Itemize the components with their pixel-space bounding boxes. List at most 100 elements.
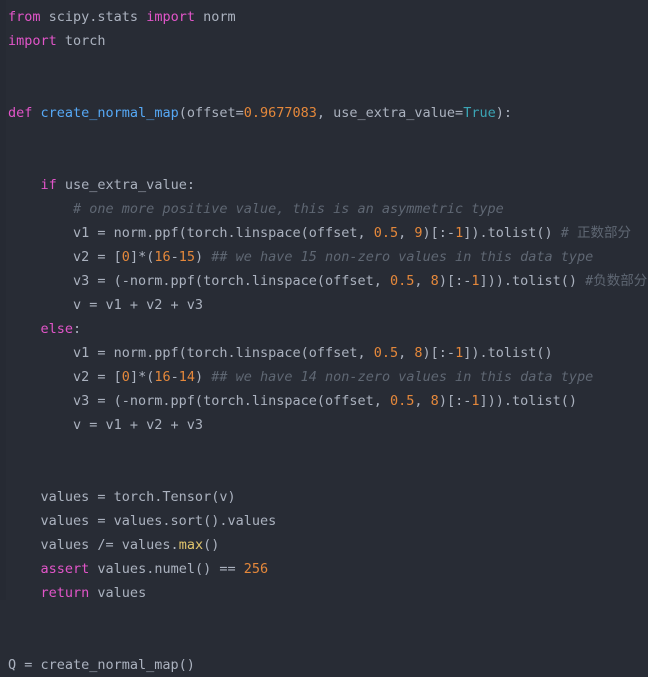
code-token-cmt: # one more positive value, this is an as… (73, 201, 504, 217)
code-token-num: 0.5 (373, 345, 399, 361)
code-token-plain: - (170, 249, 179, 265)
code-token-kw: import (146, 9, 195, 25)
code-token-plain: torch (56, 33, 106, 49)
code-token-plain: v = v1 + v2 + v3 (8, 417, 204, 433)
code-token-plain: )[:- (438, 393, 472, 409)
code-line[interactable]: v2 = [0]*(16-15) ## we have 15 non-zero … (0, 245, 648, 269)
code-token-plain: values (89, 585, 147, 601)
code-line[interactable] (0, 437, 648, 461)
code-line[interactable]: v = v1 + v2 + v3 (0, 413, 648, 437)
code-token-cmt-cn: 正数部分 (577, 225, 632, 241)
code-line[interactable]: import torch (0, 29, 648, 53)
code-line[interactable]: v2 = [0]*(16-14) ## we have 14 non-zero … (0, 365, 648, 389)
code-token-num: 9 (414, 225, 423, 241)
code-token-plain: , (414, 393, 431, 409)
code-token-num: 0.5 (390, 393, 415, 409)
code-token-plain: v1 = norm.ppf(torch.linspace(offset, (8, 345, 374, 361)
code-token-plain: ]).tolist() (463, 345, 553, 361)
code-token-num: 14 (178, 369, 195, 385)
code-token-kw: else (40, 321, 74, 337)
code-line[interactable]: # one more positive value, this is an as… (0, 197, 648, 221)
code-line[interactable] (0, 53, 648, 77)
code-line[interactable]: if use_extra_value: (0, 173, 648, 197)
code-token-plain: , (398, 345, 415, 361)
code-token-plain: , use_extra_value= (316, 105, 464, 121)
code-token-num: 256 (243, 561, 269, 577)
code-token-plain: values /= values. (8, 537, 179, 553)
code-line[interactable]: return values (0, 581, 648, 605)
code-token-num: 8 (430, 393, 439, 409)
code-line[interactable]: def create_normal_map(offset=0.9677083, … (0, 101, 648, 125)
code-line[interactable]: assert values.numel() == 256 (0, 557, 648, 581)
code-line[interactable]: v = v1 + v2 + v3 (0, 293, 648, 317)
code-token-plain: v2 = [ (8, 249, 122, 265)
code-token-plain: ]*( (129, 369, 155, 385)
code-token-num: 0.9677083 (243, 105, 317, 121)
code-token-fn: create_normal_map (40, 105, 179, 121)
code-token-num: 0.5 (373, 225, 399, 241)
code-token-kw: if (40, 177, 57, 193)
code-token-kw: import (8, 33, 57, 49)
code-line[interactable]: v3 = (-norm.ppf(torch.linspace(offset, 0… (0, 269, 648, 293)
code-token-plain: v = v1 + v2 + v3 (8, 297, 204, 313)
code-line[interactable]: values = values.sort().values (0, 509, 648, 533)
code-token-num: 0 (121, 249, 130, 265)
code-token-plain: v1 = norm.ppf(torch.linspace(offset, (8, 225, 374, 241)
code-token-num: 1 (455, 345, 464, 361)
code-token-plain: values = values.sort().values (8, 513, 277, 529)
code-token-num: 1 (455, 225, 464, 241)
code-token-num: 16 (154, 369, 171, 385)
code-line[interactable] (0, 461, 648, 485)
code-token-plain: use_extra_value: (56, 177, 195, 193)
code-token-kw: from (8, 9, 41, 25)
code-line[interactable] (0, 629, 648, 653)
code-line[interactable]: values = torch.Tensor(v) (0, 485, 648, 509)
code-token-plain: values = torch.Tensor(v) (8, 489, 236, 505)
code-token-plain: ])).tolist() (479, 273, 586, 289)
code-token-num: 15 (178, 249, 195, 265)
code-line[interactable] (0, 149, 648, 173)
code-token-cmt-cn: 负数部分 (593, 273, 648, 289)
code-token-plain: v3 = (-norm.ppf(torch.linspace(offset, (8, 273, 391, 289)
code-token-num: 16 (154, 249, 171, 265)
code-token-plain: ])).tolist() (479, 393, 578, 409)
code-token-cmt: # (560, 225, 578, 241)
code-token-cmt: ## we have 14 non-zero values in this da… (211, 369, 594, 385)
code-line[interactable]: from scipy.stats import norm (0, 5, 648, 29)
code-token-plain: , (414, 273, 431, 289)
code-line[interactable] (0, 605, 648, 629)
code-token-plain: )[:- (438, 273, 472, 289)
code-token-plain: (offset= (178, 105, 244, 121)
code-token-num: 0 (121, 369, 130, 385)
code-token-plain: v3 = (-norm.ppf(torch.linspace(offset, (8, 393, 391, 409)
code-token-plain: values.numel() == (89, 561, 244, 577)
code-line[interactable]: v1 = norm.ppf(torch.linspace(offset, 0.5… (0, 221, 648, 245)
code-content-area[interactable]: from scipy.stats import norm import torch… (0, 0, 648, 673)
code-line[interactable] (0, 125, 648, 149)
code-line[interactable]: else: (0, 317, 648, 341)
code-token-plain: Q = create_normal_map() (8, 657, 195, 673)
code-token-cmt: ## we have 15 non-zero values in this da… (211, 249, 594, 265)
code-token-plain: )[:- (422, 345, 456, 361)
code-token-num: 0.5 (390, 273, 415, 289)
code-token-num: 8 (414, 345, 423, 361)
code-token-plain: v2 = [ (8, 369, 122, 385)
code-token-plain: ) (195, 369, 212, 385)
code-token-kw: assert (40, 561, 90, 577)
code-line[interactable]: v1 = norm.ppf(torch.linspace(offset, 0.5… (0, 341, 648, 365)
code-token-plain: scipy.stats (40, 9, 147, 25)
code-token-plain: norm (194, 9, 236, 25)
code-token-plain: ) (195, 249, 212, 265)
code-line[interactable] (0, 77, 648, 101)
code-line[interactable]: v3 = (-norm.ppf(torch.linspace(offset, 0… (0, 389, 648, 413)
code-line[interactable]: Q = create_normal_map() (0, 653, 648, 677)
code-token-kw: def (8, 105, 33, 121)
code-line[interactable]: values /= values.max() (0, 533, 648, 557)
code-editor[interactable]: from scipy.stats import norm import torch… (0, 0, 648, 673)
